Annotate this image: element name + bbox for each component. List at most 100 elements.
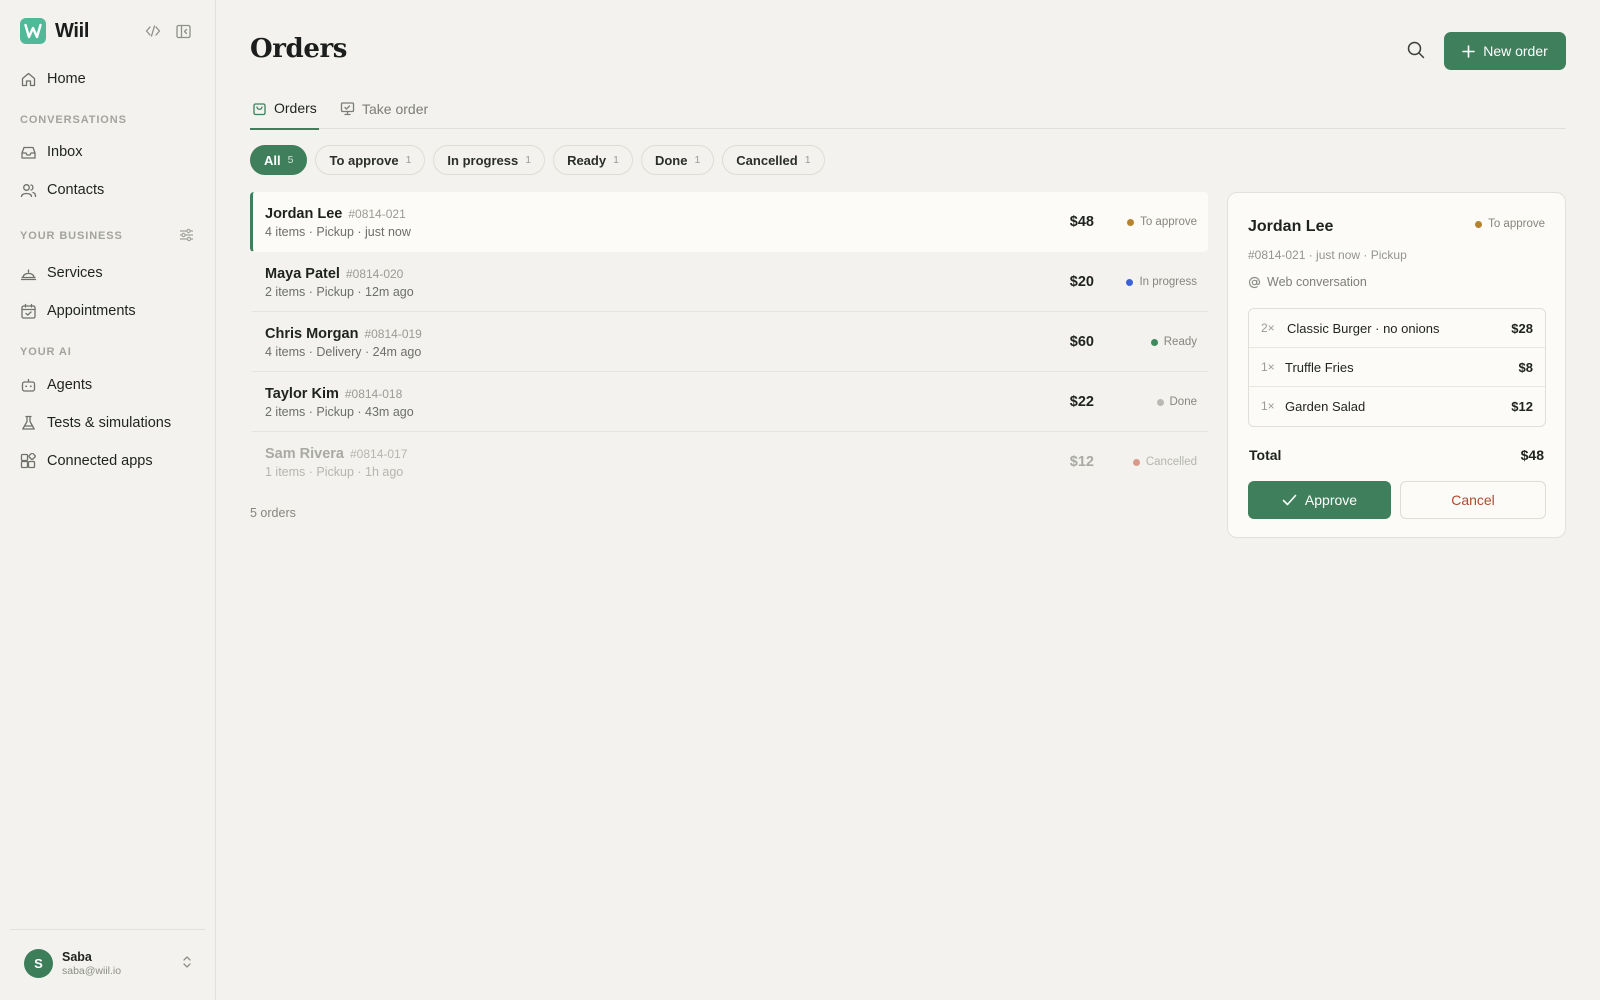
item-price: $28 (1511, 321, 1533, 336)
calendar-icon (20, 302, 38, 320)
detail-customer-name: Jordan Lee (1248, 218, 1334, 235)
line-item: 1× Garden Salad $12 (1249, 387, 1545, 426)
status-dot (1156, 398, 1164, 406)
services-icon (20, 264, 38, 282)
filter-label: In progress (447, 152, 519, 168)
check-icon (1282, 494, 1297, 506)
order-price: $48 (1069, 214, 1094, 230)
status-label: To approve (1488, 218, 1545, 230)
monitor-icon (340, 101, 355, 116)
main-content: Orders New order Orders Take order All 5 (250, 0, 1566, 1000)
order-row[interactable]: Sam Rivera #0814-017 1 items · Pickup · 1… (250, 432, 1208, 492)
sidebar-item-services[interactable]: Services (12, 257, 204, 289)
status-badge: Ready (1150, 336, 1197, 348)
sidebar-item-contacts[interactable]: Contacts (12, 174, 204, 206)
filter-to-approve[interactable]: To approve 1 (315, 145, 426, 175)
sidebar-item-appointments[interactable]: Appointments (12, 295, 204, 327)
filter-done[interactable]: Done 1 (640, 145, 715, 175)
sidebar-item-agents[interactable]: Agents (12, 369, 204, 401)
filter-count: 1 (525, 154, 532, 166)
total-value: $48 (1520, 447, 1544, 463)
order-row[interactable]: Taylor Kim #0814-018 2 items · Pickup · 4… (250, 372, 1208, 432)
status-badge: To approve (1127, 216, 1197, 228)
order-detail-panel: Jordan Lee To approve #0814-021 · just n… (1227, 192, 1566, 538)
order-source: Web conversation (1248, 275, 1367, 289)
brand-name: Wiil (55, 19, 90, 42)
section-label-business: YOUR BUSINESS (20, 230, 123, 242)
tab-take-order[interactable]: Take order (338, 96, 430, 129)
search-icon[interactable] (1406, 40, 1428, 62)
item-quantity: 2× (1261, 321, 1275, 335)
order-row[interactable]: Maya Patel #0814-020 2 items · Pickup · 1… (250, 252, 1208, 312)
filter-label: All (264, 152, 281, 168)
filter-cancelled[interactable]: Cancelled 1 (722, 145, 825, 175)
order-id: #0814-019 (364, 327, 422, 341)
cancel-button[interactable]: Cancel (1400, 481, 1546, 519)
new-order-button[interactable]: New order (1444, 32, 1566, 70)
apps-icon (20, 452, 38, 470)
approve-button[interactable]: Approve (1248, 481, 1391, 519)
order-count: 5 orders (250, 506, 296, 520)
collapse-sidebar-icon[interactable] (174, 22, 192, 40)
order-list: Jordan Lee #0814-021 4 items · Pickup · j… (250, 192, 1208, 492)
filter-all[interactable]: All 5 (250, 145, 308, 175)
status-label: Done (1169, 396, 1198, 408)
sidebar-item-label: Home (47, 71, 86, 87)
order-id: #0814-018 (344, 387, 403, 401)
customer-name: Maya Patel (265, 266, 340, 282)
order-meta: 2 items · Pickup · 43m ago (265, 405, 414, 419)
detail-subtitle: #0814-021 · just now · Pickup (1248, 248, 1407, 262)
avatar: S (24, 949, 53, 978)
status-badge: To approve (1475, 218, 1545, 230)
agent-icon (20, 376, 38, 394)
total-label: Total (1249, 447, 1282, 463)
user-menu[interactable]: S Saba saba@wiil.io (24, 949, 200, 978)
order-meta: 4 items · Delivery · 24m ago (265, 345, 422, 359)
at-sign-icon (1248, 276, 1261, 289)
customer-name: Jordan Lee (265, 206, 343, 222)
brand[interactable]: Wiil (20, 18, 89, 44)
status-dot (1132, 458, 1140, 466)
order-id: #0814-021 (348, 207, 406, 221)
status-badge: Done (1156, 396, 1198, 408)
tab-orders[interactable]: Orders (250, 96, 319, 130)
sidebar-item-label: Connected apps (47, 453, 153, 469)
item-name: Classic Burger · no onions (1287, 321, 1440, 336)
order-row[interactable]: Jordan Lee #0814-021 4 items · Pickup · j… (250, 192, 1208, 252)
status-filters: All 5 To approve 1 In progress 1 Ready 1… (250, 145, 825, 175)
filter-count: 5 (287, 154, 294, 166)
user-name: Saba (62, 950, 92, 965)
code-icon[interactable] (144, 22, 162, 40)
order-row[interactable]: Chris Morgan #0814-019 4 items · Delivery… (250, 312, 1208, 372)
approve-label: Approve (1304, 492, 1358, 508)
status-dot (1126, 278, 1134, 286)
order-items: 2× Classic Burger · no onions $28 1× Tru… (1248, 308, 1546, 427)
filter-label: Cancelled (736, 152, 798, 168)
sidebar-item-connected-apps[interactable]: Connected apps (12, 445, 204, 477)
tab-bar: Orders Take order (250, 96, 1566, 130)
customer-name: Taylor Kim (265, 386, 339, 402)
sidebar-item-inbox[interactable]: Inbox (12, 136, 204, 168)
filter-in-progress[interactable]: In progress 1 (433, 145, 546, 175)
tab-label: Orders (274, 100, 317, 116)
bag-icon (252, 101, 267, 116)
home-icon (20, 70, 38, 88)
sidebar-item-tests[interactable]: Tests & simulations (12, 407, 204, 439)
user-email: saba@wiil.io (62, 964, 122, 977)
sliders-icon[interactable] (179, 228, 195, 244)
status-dot (1127, 218, 1135, 226)
sidebar-divider (10, 929, 205, 930)
status-dot (1150, 338, 1158, 346)
item-price: $12 (1511, 399, 1533, 414)
status-label: In progress (1139, 276, 1197, 288)
sidebar-item-label: Inbox (47, 144, 83, 160)
order-id: #0814-020 (345, 267, 404, 281)
filter-ready[interactable]: Ready 1 (553, 145, 633, 175)
sidebar-item-label: Services (47, 265, 103, 281)
item-quantity: 1× (1261, 399, 1275, 413)
sidebar-item-home[interactable]: Home (12, 63, 204, 95)
plus-icon (1462, 44, 1476, 58)
status-label: Ready (1163, 336, 1197, 348)
status-dot (1475, 220, 1483, 228)
new-order-label: New order (1483, 43, 1548, 59)
